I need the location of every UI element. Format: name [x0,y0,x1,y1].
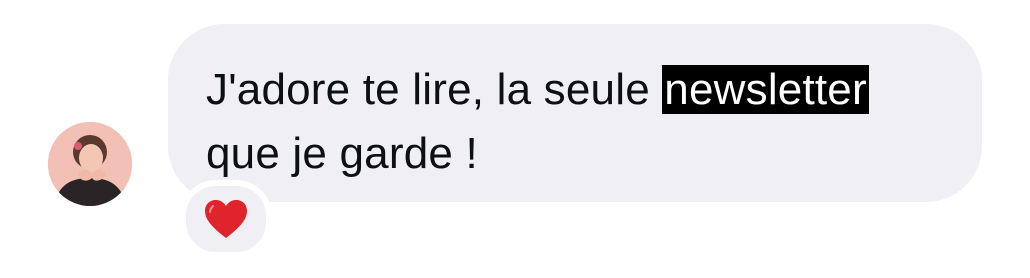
heart-icon [203,198,249,240]
avatar-photo [48,122,132,206]
avatar[interactable] [48,122,132,206]
message-text: J'adore te lire, la seule newsletter que… [206,58,942,186]
reaction-badge[interactable] [180,180,272,258]
message-text-end: que je garde ! [206,129,478,178]
chat-message-row: J'adore te lire, la seule newsletter que… [0,0,1030,278]
message-text-start: J'adore te lire, la seule [206,65,663,114]
message-bubble[interactable]: J'adore te lire, la seule newsletter que… [168,24,982,202]
highlighted-word[interactable]: newsletter [662,65,869,114]
